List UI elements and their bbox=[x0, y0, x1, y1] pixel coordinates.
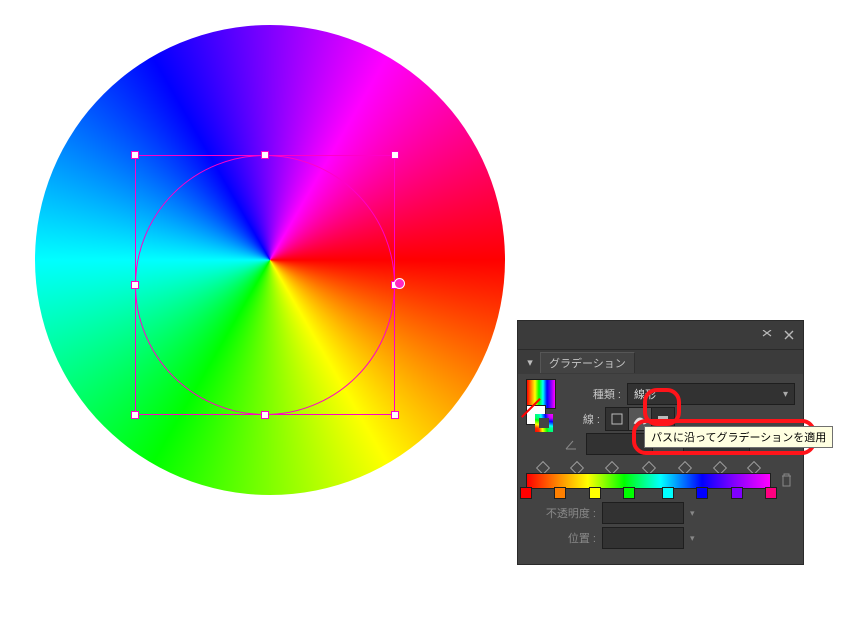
chevron-down-icon: ▾ bbox=[783, 389, 788, 400]
delete-stop-icon[interactable] bbox=[777, 471, 795, 489]
gradient-color-stop[interactable] bbox=[589, 487, 601, 501]
opacity-input[interactable] bbox=[602, 502, 684, 524]
panel-tab-row: ▾ グラデーション bbox=[518, 350, 803, 374]
selection-handle[interactable] bbox=[261, 411, 269, 419]
fill-stroke-toggle[interactable] bbox=[526, 405, 554, 433]
gradient-color-stop[interactable] bbox=[520, 487, 532, 501]
gradient-color-stop[interactable] bbox=[765, 487, 777, 501]
selection-handle[interactable] bbox=[131, 151, 139, 159]
location-input[interactable] bbox=[602, 527, 684, 549]
selection-handle[interactable] bbox=[261, 151, 269, 159]
gradient-color-stop[interactable] bbox=[662, 487, 674, 501]
location-dropdown-chevron-icon[interactable]: ▾ bbox=[690, 533, 695, 544]
selection-handle[interactable] bbox=[391, 411, 399, 419]
stroke-mode-within[interactable] bbox=[605, 407, 629, 431]
panel-menu-icon[interactable]: ▾ bbox=[524, 356, 536, 369]
gradient-slider[interactable] bbox=[526, 465, 795, 499]
panel-body: 種類 : 線形 ▾ 線 : bbox=[518, 374, 803, 564]
gradient-color-stop[interactable] bbox=[696, 487, 708, 501]
stroke-swatch-gradient-icon[interactable] bbox=[535, 414, 553, 432]
gradient-tab[interactable]: グラデーション bbox=[540, 352, 635, 373]
opacity-dropdown-chevron-icon[interactable]: ▾ bbox=[690, 508, 695, 519]
location-label: 位置 : bbox=[526, 530, 596, 546]
gradient-color-stop[interactable] bbox=[623, 487, 635, 501]
gradient-type-dropdown[interactable]: 線形 ▾ bbox=[627, 383, 795, 405]
selection-handle[interactable] bbox=[131, 411, 139, 419]
stroke-label: 線 : bbox=[560, 411, 600, 427]
selection-bounding-box[interactable] bbox=[135, 155, 395, 415]
opacity-label: 不透明度 : bbox=[526, 505, 596, 521]
gradient-type-value: 線形 bbox=[634, 386, 656, 402]
panel-titlebar[interactable] bbox=[518, 321, 803, 350]
selection-handle[interactable] bbox=[131, 281, 139, 289]
artboard[interactable] bbox=[35, 25, 505, 495]
gradient-color-stop[interactable] bbox=[554, 487, 566, 501]
gradient-color-stop[interactable] bbox=[731, 487, 743, 501]
angle-input[interactable] bbox=[586, 433, 653, 455]
angle-icon bbox=[562, 435, 580, 453]
stroke-mode-tooltip: パスに沿ってグラデーションを適用 bbox=[644, 426, 833, 448]
panel-collapse-icon[interactable] bbox=[759, 327, 775, 343]
type-label: 種類 : bbox=[566, 386, 621, 402]
selection-handle[interactable] bbox=[391, 151, 399, 159]
path-anchor-point[interactable] bbox=[394, 278, 405, 289]
panel-close-icon[interactable] bbox=[781, 327, 797, 343]
